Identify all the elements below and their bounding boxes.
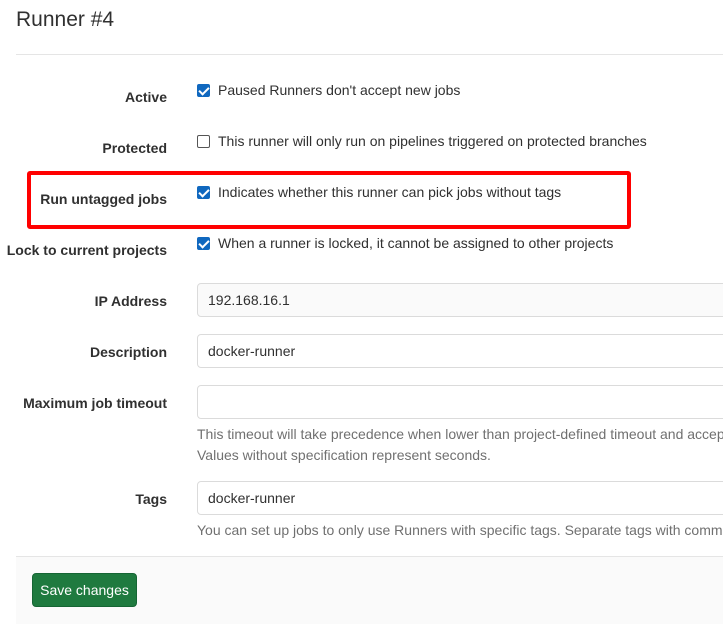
protected-checkbox-field[interactable]: This runner will only run on pipelines t… bbox=[197, 132, 647, 150]
tags-help: You can set up jobs to only use Runners … bbox=[197, 522, 723, 538]
ip-address-input[interactable]: 192.168.16.1 bbox=[197, 283, 723, 317]
run-untagged-checkbox[interactable] bbox=[197, 185, 210, 199]
active-checkbox[interactable] bbox=[197, 83, 210, 97]
description-label: Description bbox=[89, 344, 167, 360]
tags-input[interactable]: docker-runner bbox=[197, 481, 723, 515]
timeout-label: Maximum job timeout bbox=[23, 395, 167, 411]
timeout-input[interactable] bbox=[197, 385, 723, 419]
run-untagged-checkbox-text: Indicates whether this runner can pick j… bbox=[218, 184, 562, 200]
description-input[interactable]: docker-runner bbox=[197, 334, 723, 368]
active-checkbox-text: Paused Runners don't accept new jobs bbox=[218, 82, 461, 98]
protected-checkbox-text: This runner will only run on pipelines t… bbox=[218, 133, 647, 149]
run-untagged-checkbox-field[interactable]: Indicates whether this runner can pick j… bbox=[197, 183, 561, 201]
tags-label: Tags bbox=[135, 491, 167, 507]
active-checkbox-field[interactable]: Paused Runners don't accept new jobs bbox=[197, 81, 460, 99]
active-label: Active bbox=[124, 89, 167, 105]
protected-label: Protected bbox=[102, 140, 167, 156]
protected-checkbox[interactable] bbox=[197, 134, 210, 148]
run-untagged-label: Run untagged jobs bbox=[40, 191, 167, 207]
ip-address-label: IP Address bbox=[94, 293, 167, 309]
locked-checkbox-field[interactable]: When a runner is locked, it cannot be as… bbox=[197, 234, 613, 252]
title-divider bbox=[16, 54, 723, 55]
locked-label: Lock to current projects bbox=[6, 242, 167, 258]
locked-checkbox-text: When a runner is locked, it cannot be as… bbox=[218, 235, 614, 251]
timeout-help-line1: This timeout will take precedence when l… bbox=[197, 426, 723, 442]
timeout-help-line2: Values without specification represent s… bbox=[197, 447, 491, 463]
page-title: Runner #4 bbox=[16, 8, 115, 31]
save-changes-button[interactable]: Save changes bbox=[32, 573, 137, 607]
locked-checkbox[interactable] bbox=[197, 236, 210, 250]
